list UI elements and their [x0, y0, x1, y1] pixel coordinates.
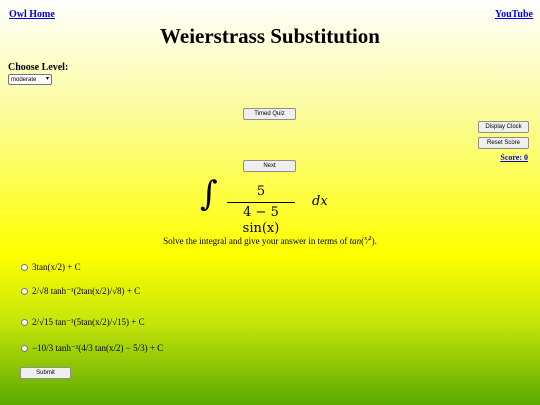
answer-option-1[interactable]: 3tan(x/2) + C [21, 262, 81, 272]
integrand-denominator: 4 − 5 sin(x) [242, 205, 280, 236]
reset-score-button[interactable]: Reset Score [478, 137, 529, 149]
differential: dx [312, 194, 328, 209]
radio-button[interactable] [21, 288, 28, 296]
integrand-fraction: 5 4 − 5 sin(x) [227, 184, 295, 237]
integral-sign: ∫ [200, 174, 218, 214]
radio-button[interactable] [21, 319, 28, 327]
answer-option-3[interactable]: 2/√15 tan⁻¹(5tan(x/2)/√15) + C [21, 317, 145, 328]
integrand-numerator: 5 [256, 184, 266, 199]
answers-panel [0, 254, 540, 405]
answer-option-2[interactable]: 2/√8 tanh⁻¹(2tan(x/2)/√8) + C [21, 286, 140, 297]
page-title: Weierstrass Substitution [160, 24, 380, 48]
next-button[interactable]: Next [243, 160, 296, 172]
timed-quiz-button[interactable]: Timed Quiz [243, 108, 296, 120]
submit-button[interactable]: Submit [20, 367, 71, 379]
instruction-text: Solve the integral and give your answer … [163, 236, 377, 246]
level-select-value: moderate [11, 77, 37, 83]
radio-button[interactable] [21, 264, 28, 272]
radio-button[interactable] [21, 345, 28, 353]
fraction-bar [227, 202, 295, 203]
answer-option-text: 3tan(x/2) + C [32, 262, 81, 272]
youtube-link[interactable]: YouTube [495, 9, 533, 20]
answer-option-4[interactable]: −10/3 tanh⁻¹(4/3 tan(x/2) − 5/3) + C [21, 343, 163, 354]
level-label: Choose Level: [8, 62, 69, 73]
integral-expression: ∫ 5 4 − 5 sin(x) dx [200, 174, 350, 236]
score-link[interactable]: Score: 0 [500, 153, 528, 162]
answer-option-text: −10/3 tanh⁻¹(4/3 tan(x/2) − 5/3) + C [32, 343, 164, 353]
chevron-down-icon: ▾ [45, 76, 49, 82]
owl-home-link[interactable]: Owl Home [9, 9, 55, 20]
level-select[interactable]: moderate ▾ [8, 74, 52, 85]
display-clock-button[interactable]: Display Clock [478, 121, 529, 133]
answer-option-text: 2/√8 tanh⁻¹(2tan(x/2)/√8) + C [32, 286, 141, 296]
answer-option-text: 2/√15 tan⁻¹(5tan(x/2)/√15) + C [32, 317, 145, 327]
